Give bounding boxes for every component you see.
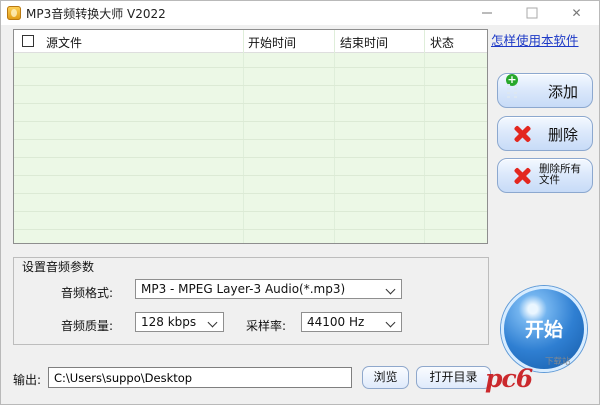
sample-rate-value: 44100 Hz [307,315,365,329]
audio-format-value: MP3 - MPEG Layer-3 Audio(*.mp3) [141,282,346,296]
file-list[interactable]: 源文件 开始时间 结束时间 状态 [13,29,488,244]
column-start-time[interactable]: 开始时间 [248,34,296,51]
audio-settings-title: 设置音频参数 [20,258,97,275]
add-button-label: 添加 [548,83,579,101]
pc6-watermark-logo: pc6 下载站 [484,351,594,403]
grid-row-line [14,175,487,176]
delete-all-button-label: 删除所有文件 [539,163,581,186]
chevron-down-icon [385,317,396,328]
sample-rate-label: 采样率: [246,319,287,333]
chevron-down-icon [207,317,218,328]
watermark-text: pc6 [485,364,533,393]
red-x-icon [512,125,532,143]
audio-format-select[interactable]: MP3 - MPEG Layer-3 Audio(*.mp3) [135,279,402,299]
output-label: 输出: [13,373,42,387]
column-status[interactable]: 状态 [430,34,454,51]
grid-row-line [14,85,487,86]
grid-row-line [14,121,487,122]
watermark-sub-text: 下载站 [545,357,571,367]
delete-all-button[interactable]: 删除所有文件 [497,158,593,193]
audio-quality-label: 音频质量: [61,319,114,333]
select-all-checkbox[interactable] [22,35,34,47]
column-end-time[interactable]: 结束时间 [340,34,388,51]
maximize-icon [526,7,537,19]
minimize-icon [481,12,492,14]
output-path-input[interactable] [48,367,352,388]
maximize-button[interactable] [509,1,554,25]
audio-format-label: 音频格式: [61,286,114,300]
grid-row-line [14,139,487,140]
grid-row-line [14,103,487,104]
grid-row-line [14,211,487,212]
add-button[interactable]: + 添加 [497,73,593,108]
file-list-header: 源文件 开始时间 结束时间 状态 [14,30,487,53]
grid-row-line [14,193,487,194]
start-button-label: 开始 [524,319,563,341]
film-add-icon: + [506,73,518,86]
grid-row-line [14,157,487,158]
window-title: MP3音频转换大师 V2022 [26,7,166,21]
grid-row-line [14,67,487,68]
open-directory-button[interactable]: 打开目录 [416,366,491,389]
audio-quality-value: 128 kbps [141,315,197,329]
app-window: MP3音频转换大师 V2022 ✕ 源文件 开始时间 结束时间 状态 怎样使用本… [0,0,600,405]
red-x-icon [512,167,532,185]
sample-rate-select[interactable]: 44100 Hz [301,312,402,332]
delete-button-label: 删除 [548,126,579,144]
chevron-down-icon [385,284,396,295]
close-button[interactable]: ✕ [554,1,599,25]
help-link[interactable]: 怎样使用本软件 [491,30,579,49]
browse-button[interactable]: 浏览 [362,366,409,389]
column-source-file[interactable]: 源文件 [46,34,82,51]
app-logo-icon [7,6,21,20]
grid-row-line [14,229,487,230]
title-bar: MP3音频转换大师 V2022 ✕ [1,1,599,25]
close-icon: ✕ [571,6,582,20]
audio-quality-select[interactable]: 128 kbps [135,312,224,332]
delete-button[interactable]: 删除 [497,116,593,151]
minimize-button[interactable] [464,1,509,25]
